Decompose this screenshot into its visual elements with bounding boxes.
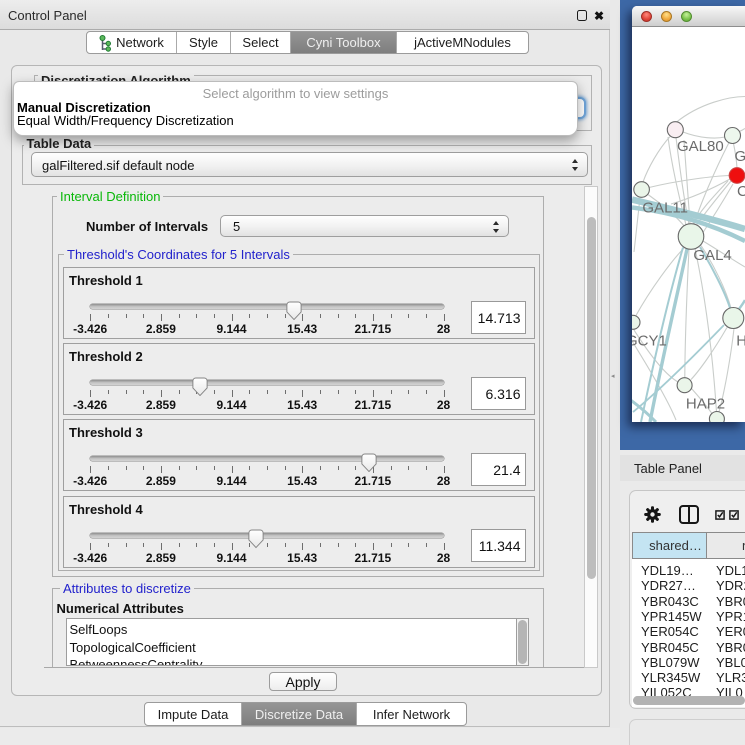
svg-text:HAP2: HAP2 [686, 395, 725, 412]
svg-text:C: C [737, 183, 745, 200]
svg-text:GAL80: GAL80 [677, 138, 724, 155]
svg-text:GCY1: GCY1 [632, 333, 667, 350]
svg-text:GA: GA [735, 148, 745, 165]
svg-text:GAL11: GAL11 [642, 200, 688, 217]
svg-text:H: H [736, 332, 745, 349]
svg-text:GAL4: GAL4 [693, 247, 731, 264]
